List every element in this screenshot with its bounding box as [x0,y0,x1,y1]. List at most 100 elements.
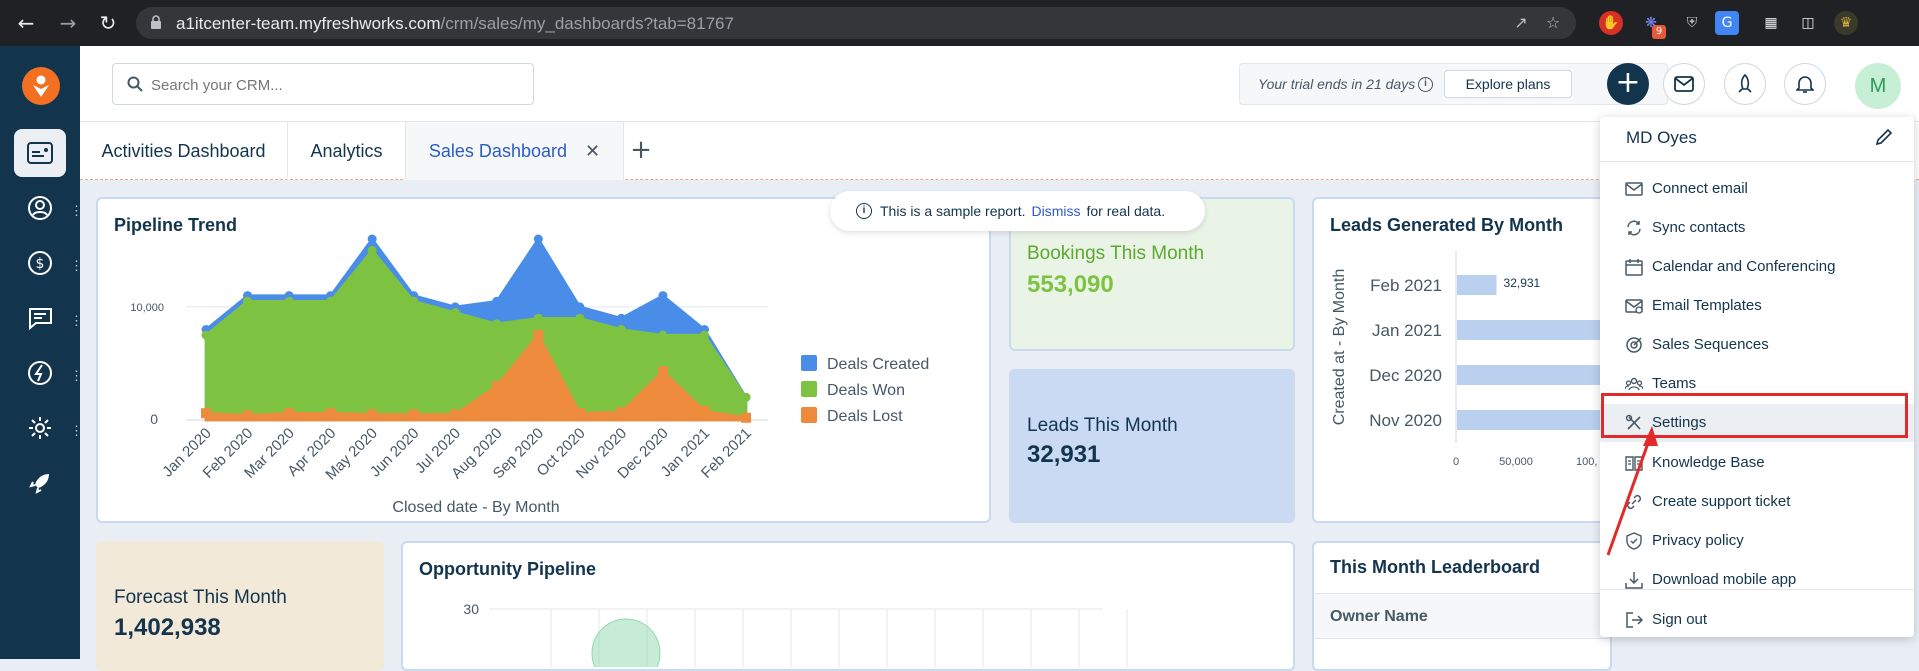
bar [1457,275,1497,295]
translate-extension-icon[interactable]: G [1715,11,1739,35]
automation-icon [28,361,52,385]
data-point [533,234,543,244]
sidebar-item-contacts[interactable] [14,184,66,232]
data-point [699,405,710,416]
rocket-outline-icon [1738,74,1752,93]
sidebar-item-deals[interactable]: $ [14,239,66,287]
menu-item-sales-sequences[interactable]: Sales Sequences [1600,326,1914,364]
search-input[interactable] [151,74,521,96]
search-box[interactable] [112,63,534,105]
extensions-puzzle-icon[interactable]: ▦ [1759,11,1783,35]
data-point [450,308,460,318]
data-point [243,296,253,306]
data-point [284,296,294,306]
bookings-value: 553,090 [1027,271,1114,298]
menu-item-sync-contacts[interactable]: Sync contacts [1600,209,1914,247]
bar [1457,365,1601,385]
menu-divider [1600,589,1914,590]
menu-item-download-mobile-app[interactable]: Download mobile app [1600,561,1914,599]
forward-icon[interactable]: → [56,11,80,35]
data-point [367,234,377,244]
back-icon[interactable]: ← [14,11,38,35]
profile-icon[interactable]: ♛ [1834,11,1858,35]
leads-by-month-chart: Created at - By Month Feb 2021 32,931 Jan 2… [1331,251,1601,468]
menu-item-sign-out[interactable]: Sign out [1600,601,1914,639]
menu-item-email-templates[interactable]: Email Templates [1600,287,1914,325]
sync-icon [1627,220,1641,236]
menu-item-knowledge-base[interactable]: Knowledge Base [1600,444,1914,482]
leads-this-month-card: Leads This Month 32,931 [1009,369,1295,523]
menu-item-calendar-and-conferencing[interactable]: Calendar and Conferencing [1600,248,1914,286]
share-icon[interactable]: ↗ [1512,14,1530,32]
data-label: 32,931 [1504,276,1541,290]
app-topbar: Your trial ends in 21 days i Explore pla… [80,46,1919,122]
dismiss-link[interactable]: Dismiss [1032,203,1081,219]
tab-label: Activities Dashboard [101,141,266,161]
email-button[interactable] [1663,63,1705,105]
quick-add-button[interactable]: + [1607,63,1649,105]
gear-icon [29,417,51,439]
data-point [284,408,295,419]
freshworks-logo[interactable] [22,67,60,105]
data-point [533,313,543,323]
sidebar-item-automation[interactable] [14,349,66,397]
data-point [367,409,378,420]
data-point [575,313,585,323]
bookings-label: Bookings This Month [1027,243,1205,264]
sidebar-item-getting-started[interactable] [14,459,66,507]
email-template-icon [1625,299,1643,314]
more-dots-icon[interactable]: ⋮ [70,258,83,274]
tab-activities-dashboard[interactable]: Activities Dashboard [80,122,288,180]
data-point [492,296,502,306]
opportunity-pipeline-card: Opportunity Pipeline 30 [401,541,1295,671]
bar [1457,410,1601,430]
legend-label: Deals Lost [827,408,903,425]
menu-user-name: MD Oyes [1626,128,1697,147]
legend-swatch [801,407,817,423]
edit-pencil-icon[interactable] [1874,127,1894,147]
user-avatar[interactable]: M [1855,63,1901,109]
x-tick-label: 0 [1453,456,1459,468]
card-title: Leads Generated By Month [1330,215,1564,235]
legend-label: Deals Won [827,382,905,399]
shield-extension-icon[interactable]: ⛨ [1680,11,1704,35]
explore-plans-button[interactable]: Explore plans [1444,70,1572,98]
more-dots-icon[interactable]: ⋮ [70,203,83,219]
sidebar-item-dashboards[interactable] [14,129,66,177]
dollar-icon: $ [28,251,52,275]
x-axis-label: Closed date - By Month [392,499,559,516]
add-tab-button[interactable]: + [626,136,656,166]
address-bar[interactable]: a1itcenter-team.myfreshworks.com/crm/sal… [136,7,1576,39]
whats-new-button[interactable] [1724,63,1766,105]
trial-text: Your trial ends in 21 days [1258,76,1416,92]
legend-swatch [801,381,817,397]
menu-item-connect-email[interactable]: Connect email [1600,170,1914,208]
more-dots-icon[interactable]: ⋮ [70,368,83,384]
more-dots-icon[interactable]: ⋮ [70,423,83,439]
sidebar-item-admin-settings[interactable] [14,404,66,452]
tab-sales-dashboard[interactable]: Sales Dashboard ✕ [406,122,624,180]
leads-value: 32,931 [1027,441,1101,468]
sidebar-item-conversations[interactable] [14,294,66,342]
leaderboard-header: Owner Name [1314,593,1610,639]
info-icon: i [856,203,872,219]
notifications-button[interactable] [1784,63,1826,105]
info-icon[interactable]: i [1418,77,1433,92]
pipeline-trend-card: Pipeline Trend 10,000 0 Jan 2020 Feb 2020 Ma… [96,197,991,523]
close-tab-icon[interactable]: ✕ [585,123,600,181]
tab-analytics[interactable]: Analytics [288,122,406,180]
menu-item-label: Teams [1652,375,1697,392]
leads-label: Leads This Month [1027,415,1178,436]
menu-divider [1600,161,1914,162]
leads-by-month-card: Leads Generated By Month Created at - By… [1312,197,1612,523]
menu-item-privacy-policy[interactable]: Privacy policy [1600,522,1914,560]
bookmark-star-icon[interactable]: ☆ [1544,14,1562,32]
extension-icon[interactable]: ✋ [1599,11,1623,35]
menu-item-create-support-ticket[interactable]: Create support ticket [1600,483,1914,521]
side-panel-icon[interactable]: ◫ [1796,11,1820,35]
bar [1457,320,1601,340]
more-dots-icon[interactable]: ⋮ [70,313,83,329]
reload-icon[interactable]: ↻ [96,11,120,35]
menu-item-label: Sign out [1652,611,1708,628]
card-title: Opportunity Pipeline [419,559,597,579]
